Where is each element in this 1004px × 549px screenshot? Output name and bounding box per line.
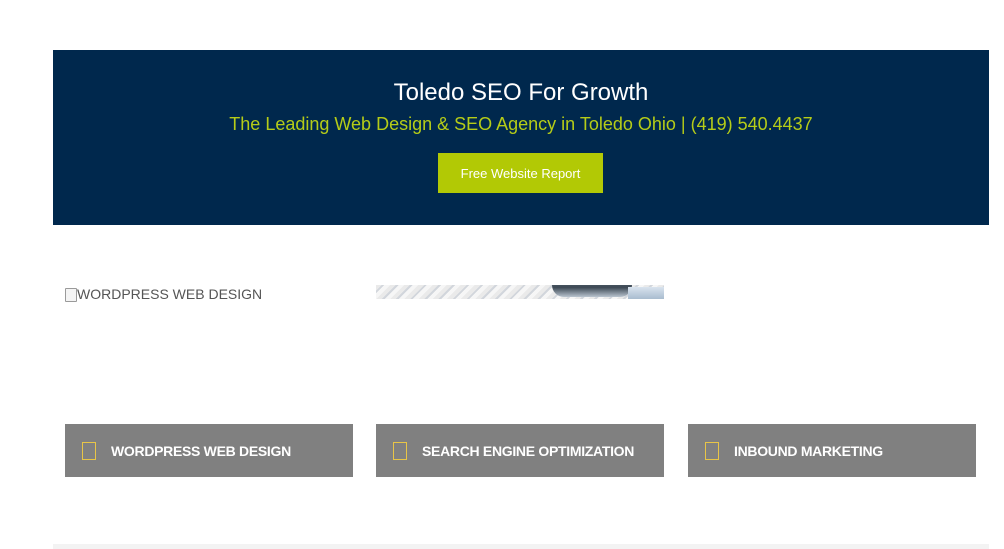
footer-divider [53, 544, 989, 549]
broken-image-icon [65, 288, 77, 302]
square-outline-icon [705, 441, 719, 460]
service-card-wordpress-web-design[interactable]: WORDPRESS WEB DESIGN [65, 424, 353, 477]
service-card-search-engine-optimization[interactable]: SEARCH ENGINE OPTIMIZATION [376, 424, 664, 477]
square-outline-icon [82, 441, 96, 460]
hero-subtitle: The Leading Web Design & SEO Agency in T… [229, 114, 813, 134]
square-outline-icon [393, 441, 407, 460]
service-card-inbound-marketing[interactable]: INBOUND MARKETING [688, 424, 976, 477]
image-alt-text: WORDPRESS WEB DESIGN [77, 286, 263, 302]
device-graphic-secondary [628, 287, 664, 299]
service-card-label: SEARCH ENGINE OPTIMIZATION [422, 442, 635, 459]
hero-title: Toledo SEO For Growth [393, 79, 649, 106]
device-graphic [552, 285, 632, 297]
free-website-report-button[interactable]: Free Website Report [438, 153, 603, 193]
service-card-label: WORDPRESS WEB DESIGN [111, 442, 291, 459]
hero-banner: Toledo SEO For Growth The Leading Web De… [53, 50, 989, 225]
seo-banner-image [376, 285, 664, 299]
wordpress-web-design-image: WORDPRESS WEB DESIGN [65, 286, 262, 302]
service-card-label: INBOUND MARKETING [734, 442, 883, 459]
